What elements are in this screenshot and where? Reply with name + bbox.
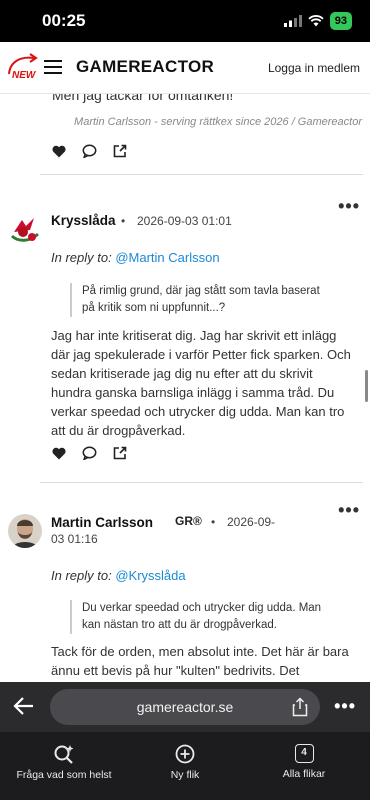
reply-to-label: In reply to: [51, 568, 112, 583]
prev-post-actions [52, 144, 127, 158]
meta-separator: • [211, 515, 216, 529]
prev-post-signature: Martin Carlsson - serving rättkex since … [74, 116, 362, 128]
more-options-icon[interactable]: ••• [334, 696, 356, 717]
forum-thread: Men jag tackar för omtanken! Martin Carl… [0, 94, 370, 682]
browser-toolbar: Fråga vad som helst Ny flik 4 Alla flika… [0, 732, 370, 800]
post-options-icon[interactable]: ••• [338, 196, 360, 217]
quote-block: På rimlig grund, där jag stått som tavla… [70, 283, 330, 317]
post-body: Jag har inte kritiserat dig. Jag har skr… [51, 328, 351, 438]
avatar-image [8, 212, 42, 246]
new-badge[interactable]: NEW [6, 52, 40, 86]
site-header: NEW GAMEREACTOR Logga in medlem [0, 42, 370, 94]
login-link[interactable]: Logga in medlem [268, 61, 360, 75]
back-arrow-icon[interactable] [13, 696, 35, 716]
meta-separator: • [121, 214, 126, 228]
site-logo[interactable]: GAMEREACTOR [76, 57, 214, 77]
signal-icon [283, 15, 302, 27]
heart-icon[interactable] [52, 447, 66, 460]
url-field[interactable]: gamereactor.se [50, 689, 320, 725]
screen: 00:25 93 NEW GAMEREACTOR Logga in medlem [0, 0, 370, 800]
new-badge-text: NEW [12, 70, 36, 81]
url-text[interactable]: gamereactor.se [50, 699, 320, 715]
ask-anything-button[interactable]: Fråga vad som helst [16, 744, 112, 781]
tabs-icon: 4 [294, 744, 314, 763]
status-bar: 00:25 93 [0, 0, 370, 42]
scrollbar-thumb[interactable] [365, 370, 368, 402]
status-icons: 93 [283, 12, 352, 30]
toolbar-label: Alla flikar [282, 768, 326, 780]
browser-address-bar: gamereactor.se ••• [0, 682, 370, 732]
share-icon[interactable] [292, 697, 308, 717]
reply-to-line: In reply to: @Krysslåda [51, 568, 186, 583]
post-options-icon[interactable]: ••• [338, 500, 360, 521]
heart-icon[interactable] [52, 145, 66, 158]
new-tab-button[interactable]: Ny flik [160, 744, 210, 781]
search-sparkle-icon [54, 745, 74, 764]
hamburger-menu-icon[interactable] [44, 60, 62, 74]
post-timestamp[interactable]: 2026-09-03 01:01 [137, 214, 232, 228]
post-body: Tack för de orden, men absolut inte. Det… [51, 644, 349, 678]
plus-circle-icon [175, 744, 195, 764]
share-icon[interactable] [113, 144, 127, 158]
toolbar-label: Ny flik [170, 769, 200, 781]
reply-to-label: In reply to: [51, 250, 112, 265]
post-author[interactable]: Martin Carlsson [51, 515, 153, 530]
comment-icon[interactable] [82, 446, 97, 460]
reply-to-line: In reply to: @Martin Carlsson [51, 250, 220, 265]
post-actions [52, 446, 127, 460]
prev-post-text: Men jag tackar för omtanken! [52, 94, 234, 103]
battery-level: 93 [334, 15, 347, 27]
all-tabs-button[interactable]: 4 Alla flikar [272, 744, 336, 780]
gr-badge: GR® [175, 514, 202, 528]
post-divider [40, 174, 363, 175]
quote-block: Du verkar speedad och utrycker dig udda.… [70, 600, 330, 634]
avatar-image [8, 514, 42, 548]
reply-mention-link[interactable]: @Krysslåda [115, 568, 185, 583]
avatar[interactable] [8, 212, 42, 246]
post-author[interactable]: Krysslåda [51, 213, 116, 228]
post-timestamp[interactable]: 2026-09- [227, 515, 275, 529]
post-divider [40, 482, 363, 483]
post-timestamp-cont[interactable]: 03 01:16 [51, 532, 98, 546]
toolbar-label: Fråga vad som helst [16, 769, 112, 781]
reply-mention-link[interactable]: @Martin Carlsson [115, 250, 219, 265]
avatar[interactable] [8, 514, 42, 548]
battery-indicator: 93 [329, 12, 352, 30]
status-time: 00:25 [42, 11, 86, 30]
comment-icon[interactable] [82, 144, 97, 158]
wifi-icon [308, 15, 324, 27]
share-icon[interactable] [113, 446, 127, 460]
